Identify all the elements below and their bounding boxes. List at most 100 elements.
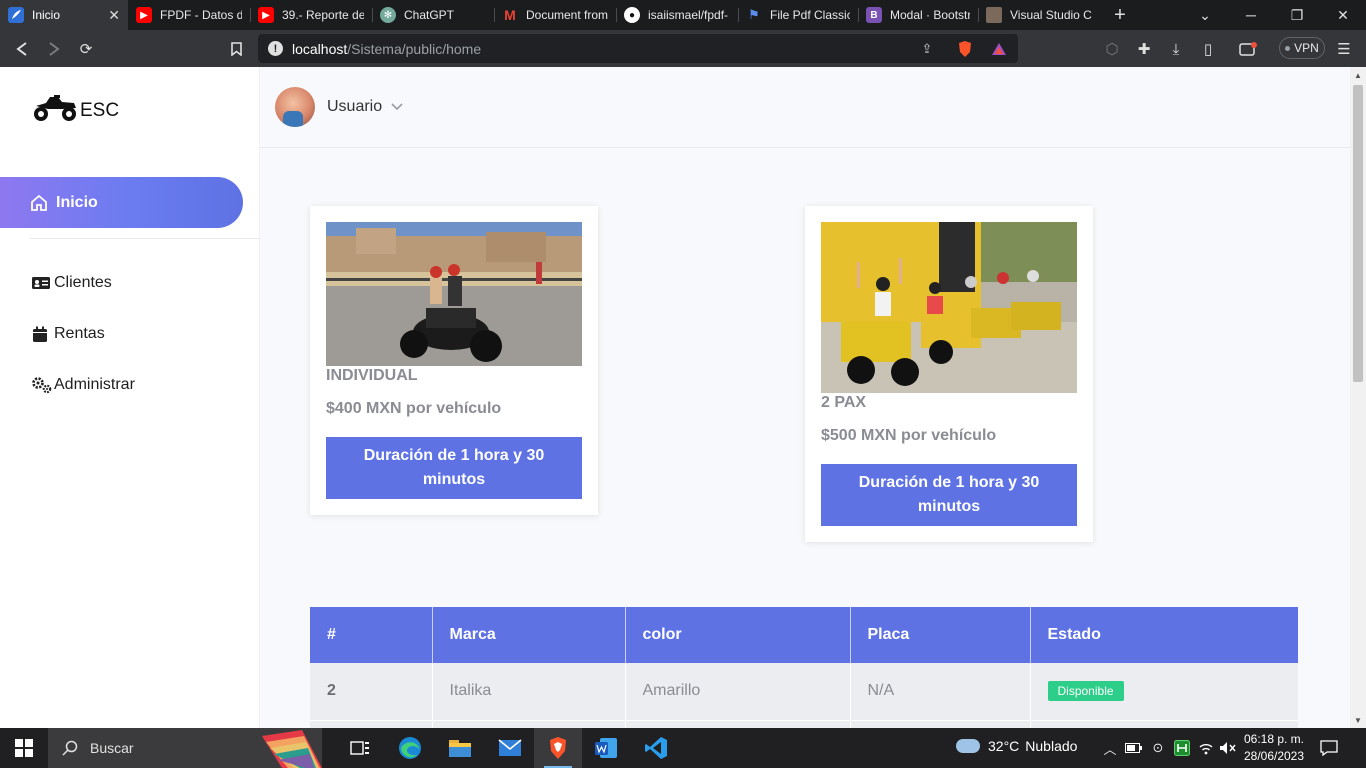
file-explorer-icon[interactable]: [436, 728, 484, 768]
notification-icon[interactable]: [1318, 738, 1340, 758]
brave-news-icon[interactable]: [1236, 37, 1260, 61]
site-info-icon[interactable]: !: [268, 41, 283, 56]
tab-label: Document from: [526, 8, 608, 22]
duration-button[interactable]: Duración de 1 hora y 30 minutos: [326, 437, 582, 499]
chevron-down-icon[interactable]: [391, 100, 403, 114]
url-path: /Sistema/public/home: [347, 41, 482, 57]
cell-empty: [310, 720, 433, 728]
address-bar[interactable]: ! localhost/Sistema/public/home ⇪: [258, 34, 1018, 63]
vpn-label: VPN: [1294, 41, 1319, 55]
tab-label: isaiismael/fpdf-: [648, 8, 729, 22]
start-button[interactable]: [0, 728, 48, 768]
atv-photo: [821, 222, 1077, 393]
wifi-icon[interactable]: [1196, 738, 1216, 758]
tab-gmail[interactable]: M Document from: [494, 0, 616, 30]
back-icon[interactable]: [10, 37, 34, 61]
duration-button[interactable]: Duración de 1 hora y 30 minutos: [821, 464, 1077, 526]
scroll-down-icon[interactable]: ▼: [1350, 712, 1366, 728]
brave-rewards-icon[interactable]: [990, 40, 1008, 58]
chevron-up-icon[interactable]: ︿: [1100, 738, 1120, 758]
id-card-icon: [32, 276, 52, 290]
restore-icon[interactable]: ❐: [1274, 0, 1320, 30]
cell-placa: N/A: [850, 663, 1031, 721]
home-icon: [30, 194, 48, 212]
status-badge: Disponible: [1047, 681, 1124, 702]
avatar[interactable]: [275, 87, 315, 127]
clock-date: 28/06/2023: [1243, 749, 1305, 763]
page-scrollbar[interactable]: ▲ ▼: [1350, 67, 1366, 728]
tab-label: ChatGPT: [404, 8, 455, 22]
tab-search-icon[interactable]: ⌄: [1182, 0, 1228, 30]
package-price: $400 MXN por vehículo: [326, 400, 502, 417]
browser-toolbar: ⟳ ! localhost/Sistema/public/home ⇪ ⬡ ✚ …: [0, 30, 1366, 67]
cell-empty: [625, 720, 851, 728]
sidebar-item-label: Rentas: [54, 325, 105, 342]
tab-visual-studio[interactable]: Visual Studio Co: [978, 0, 1100, 30]
meet-now-icon[interactable]: ⊙: [1148, 738, 1168, 758]
user-menu[interactable]: Usuario: [327, 98, 382, 116]
forward-icon[interactable]: [42, 37, 66, 61]
extensions-icon[interactable]: ✚: [1132, 37, 1156, 61]
sidebar-item-inicio[interactable]: Inicio: [0, 177, 243, 228]
download-icon[interactable]: ⤓: [1164, 37, 1188, 61]
tab-github[interactable]: ● isaiismael/fpdf-: [616, 0, 738, 30]
reload-icon[interactable]: ⟳: [74, 37, 98, 61]
vehicles-table: # Marca color Placa Estado 2 Italika Ama…: [310, 607, 1298, 728]
mail-icon[interactable]: [486, 728, 534, 768]
taskbar-clock[interactable]: 06:18 p. m. 28/06/2023: [1240, 731, 1308, 765]
tab-fpdf-datos[interactable]: ▶ FPDF - Datos din: [128, 0, 250, 30]
cloud-icon: [956, 739, 980, 753]
column-header: color: [625, 607, 851, 663]
wallet-icon[interactable]: ⬡: [1100, 37, 1124, 61]
edge-icon[interactable]: [386, 728, 434, 768]
new-tab-button[interactable]: +: [1098, 0, 1142, 30]
column-header: Placa: [850, 607, 1031, 663]
address-url: localhost/Sistema/public/home: [292, 41, 481, 57]
tab-label: Visual Studio Co: [1010, 8, 1092, 22]
tab-bootstrap[interactable]: B Modal · Bootstra: [858, 0, 978, 30]
sidebar-toggle-icon[interactable]: ▯: [1196, 37, 1220, 61]
vpn-button[interactable]: VPN: [1279, 37, 1325, 59]
volume-muted-icon[interactable]: [1218, 738, 1238, 758]
url-host: localhost: [292, 41, 348, 57]
windows-taskbar: Buscar 32°C Nublado ︿ ⊙ 06:18 p. m. 28/0…: [0, 728, 1366, 768]
tab-chatgpt[interactable]: ✻ ChatGPT: [372, 0, 494, 30]
tab-file-pdf[interactable]: ⚑ File Pdf Classic F: [738, 0, 858, 30]
weather-widget[interactable]: 32°C Nublado: [956, 738, 1077, 754]
column-header: Estado: [1030, 607, 1298, 663]
youtube-icon: ▶: [258, 7, 274, 23]
tab-reporte[interactable]: ▶ 39.- Reporte de: [250, 0, 372, 30]
search-icon: [62, 740, 78, 756]
battery-icon[interactable]: [1124, 738, 1144, 758]
brave-browser-icon[interactable]: [534, 728, 582, 768]
brave-shields-icon[interactable]: [956, 40, 974, 58]
package-title: 2 PAX: [821, 394, 867, 411]
cell-empty: [432, 720, 626, 728]
profile-icon: [986, 7, 1002, 23]
vscode-icon[interactable]: [632, 728, 680, 768]
cell-estado: Disponible: [1030, 663, 1298, 721]
minimize-icon[interactable]: ─: [1228, 0, 1274, 30]
app-tray-icon[interactable]: [1172, 738, 1192, 758]
app-feather-icon: [8, 7, 24, 23]
share-icon[interactable]: ⇪: [918, 40, 936, 58]
menu-icon[interactable]: ☰: [1332, 37, 1356, 61]
search-label: Buscar: [90, 740, 134, 756]
cell-empty: [1030, 720, 1298, 728]
task-view-icon[interactable]: [336, 728, 384, 768]
word-icon[interactable]: [582, 728, 630, 768]
tab-inicio[interactable]: Inicio ✕: [0, 0, 128, 30]
close-window-icon[interactable]: ✕: [1320, 0, 1366, 30]
clock-time: 06:18 p. m.: [1243, 732, 1305, 746]
sidebar-item-administrar[interactable]: Administrar: [32, 376, 135, 394]
scroll-thumb[interactable]: [1353, 85, 1363, 382]
bookmark-icon[interactable]: [224, 37, 248, 61]
package-card-2pax: 2 PAX $500 MXN por vehículo Duración de …: [805, 206, 1093, 542]
brand[interactable]: ESC: [32, 93, 119, 128]
tab-label: Inicio: [32, 8, 61, 22]
vpn-status-icon: [1285, 45, 1291, 51]
close-tab-icon[interactable]: ✕: [108, 7, 120, 24]
sidebar-item-rentas[interactable]: Rentas: [32, 325, 105, 343]
scroll-up-icon[interactable]: ▲: [1350, 67, 1366, 83]
sidebar-item-clientes[interactable]: Clientes: [32, 274, 112, 292]
